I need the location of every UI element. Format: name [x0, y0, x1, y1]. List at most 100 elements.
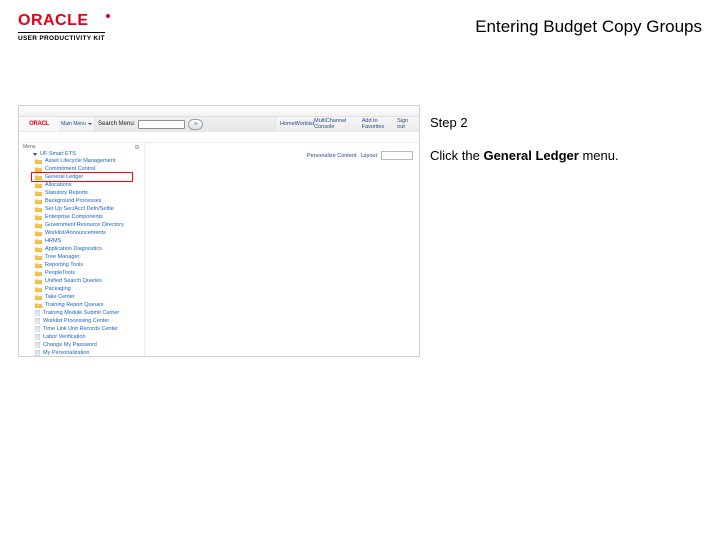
- browser-chrome-strip: [19, 106, 419, 117]
- folder-icon: [35, 207, 42, 212]
- layout-select[interactable]: [381, 151, 413, 160]
- menu-item-label: Application Diagnostics: [45, 245, 102, 253]
- logo-subtitle: USER PRODUCTIVITY KIT: [18, 32, 105, 42]
- nav-multichannel[interactable]: MultiChannel Console: [314, 118, 362, 130]
- menu-item[interactable]: Tree Manager: [19, 253, 144, 261]
- menu-item-label: Reporting Tools: [45, 261, 83, 269]
- menu-item-label: Unified Search Queries: [45, 277, 102, 285]
- folder-icon: [35, 159, 42, 164]
- folder-icon: [35, 279, 42, 284]
- menu-item[interactable]: Government Resource Directory: [19, 221, 144, 229]
- menu-item[interactable]: Worklist Processing Center: [19, 317, 144, 325]
- layout-label: Layout: [360, 153, 377, 159]
- menu-item[interactable]: Time Link Unit Records Center: [19, 325, 144, 333]
- step-label: Step 2: [430, 115, 619, 130]
- folder-icon: [35, 303, 42, 308]
- menu-item[interactable]: My Personalization: [19, 349, 144, 357]
- menu-item-label: Labor Verification: [43, 333, 86, 341]
- document-icon: [35, 334, 40, 340]
- menu-item-label: Commitment Control: [45, 165, 95, 173]
- nav-worklist[interactable]: Worklist: [295, 121, 314, 127]
- oracle-mini-logo: ORACL: [29, 121, 49, 127]
- nav-addto[interactable]: Add to Favorites: [362, 118, 397, 130]
- search-input[interactable]: [138, 120, 185, 129]
- menu-item[interactable]: Set Up Sec/Acct Defn/Settle: [19, 205, 144, 213]
- search-label: Search Menu:: [98, 121, 135, 127]
- menu-item-label: Training Report Queues: [45, 301, 104, 309]
- menu-item-label: Allocations: [45, 181, 72, 189]
- menu-item-label: Packaging: [45, 285, 71, 293]
- menu-item-label: Tree Manager: [45, 253, 79, 261]
- menu-item-label: Time Link Unit Records Center: [43, 325, 118, 333]
- document-icon: [35, 310, 40, 316]
- folder-icon: [35, 287, 42, 292]
- menu-item-label: Take Center: [45, 293, 75, 301]
- menu-item-label: Worklist Processing Center: [43, 317, 109, 325]
- menu-item[interactable]: Packaging: [19, 285, 144, 293]
- menu-item-label: Training Module Submit Carrier: [43, 309, 119, 317]
- menu-item[interactable]: Allocations: [19, 181, 144, 189]
- menu-item-label: Enterprise Components: [45, 213, 103, 221]
- folder-icon: [35, 167, 42, 172]
- folder-icon: [35, 255, 42, 260]
- folder-icon: [35, 239, 42, 244]
- menu-item[interactable]: Unified Search Queries: [19, 277, 144, 285]
- main-menu-dropdown[interactable]: Main Menu: [59, 117, 95, 131]
- menu-panel: Menu UF Smart ETS Asset Lifecycle Manage…: [19, 143, 144, 357]
- folder-icon: [35, 175, 42, 180]
- gear-icon[interactable]: [134, 144, 140, 150]
- folder-icon: [35, 191, 42, 196]
- menu-item-label: Set Up Sec/Acct Defn/Settle: [45, 205, 114, 213]
- menu-item[interactable]: General Ledger: [19, 173, 144, 181]
- chevron-down-icon: [33, 153, 37, 156]
- menu-item[interactable]: Asset Lifecycle Management: [19, 157, 144, 165]
- menu-item-label: My Personalization: [43, 349, 89, 357]
- nav-signout[interactable]: Sign out: [397, 118, 415, 130]
- personalize-content-link[interactable]: Personalize Content: [307, 153, 357, 159]
- menu-item-label: General Ledger: [45, 173, 83, 181]
- oracle-logo: ORACLE USER PRODUCTIVITY KIT: [18, 12, 105, 42]
- menu-item[interactable]: Training Module Submit Carrier: [19, 309, 144, 317]
- menu-item[interactable]: Training Report Queues: [19, 301, 144, 309]
- menu-item[interactable]: Labor Verification: [19, 333, 144, 341]
- page-title: Entering Budget Copy Groups: [475, 17, 702, 37]
- folder-icon: [35, 295, 42, 300]
- menu-item[interactable]: Commitment Control: [19, 165, 144, 173]
- content-area: Personalize Content Layout: [144, 143, 419, 357]
- menu-item[interactable]: PeopleTools: [19, 269, 144, 277]
- document-icon: [35, 342, 40, 348]
- menu-item[interactable]: Statutory Reports: [19, 189, 144, 197]
- menu-item[interactable]: Background Processes: [19, 197, 144, 205]
- menu-item-label: Government Resource Directory: [45, 221, 124, 229]
- menu-item[interactable]: Change My Password: [19, 341, 144, 349]
- menu-item-label: Change My Password: [43, 341, 97, 349]
- document-icon: [35, 350, 40, 356]
- folder-icon: [35, 199, 42, 204]
- search-go-button[interactable]: [188, 119, 203, 130]
- menu-item-label: PeopleTools: [45, 269, 75, 277]
- menu-item[interactable]: Application Diagnostics: [19, 245, 144, 253]
- folder-icon: [35, 215, 42, 220]
- menu-item[interactable]: Worklist/Announcements: [19, 229, 144, 237]
- menu-item-label: Worklist/Announcements: [45, 229, 106, 237]
- menu-item[interactable]: Reporting Tools: [19, 261, 144, 269]
- menu-item-label: Background Processes: [45, 197, 102, 205]
- top-nav-links: Home Worklist MultiChannel Console Add t…: [275, 117, 419, 131]
- menu-item-label: HRMS: [45, 237, 61, 245]
- menu-item[interactable]: HRMS: [19, 237, 144, 245]
- nav-home[interactable]: Home: [280, 121, 295, 127]
- instruction-text: Click the General Ledger menu.: [430, 148, 619, 163]
- folder-icon: [35, 231, 42, 236]
- menu-item-label: Asset Lifecycle Management: [45, 157, 115, 165]
- folder-icon: [35, 247, 42, 252]
- logo-text: ORACLE: [18, 12, 105, 30]
- menu-item[interactable]: Take Center: [19, 293, 144, 301]
- app-screenshot: ORACL Main Menu Search Menu: Home Workli…: [18, 105, 420, 357]
- folder-icon: [35, 223, 42, 228]
- document-icon: [35, 326, 40, 332]
- folder-icon: [35, 271, 42, 276]
- document-icon: [35, 318, 40, 324]
- menu-item[interactable]: Enterprise Components: [19, 213, 144, 221]
- menu-item-label: Statutory Reports: [45, 189, 88, 197]
- folder-icon: [35, 183, 42, 188]
